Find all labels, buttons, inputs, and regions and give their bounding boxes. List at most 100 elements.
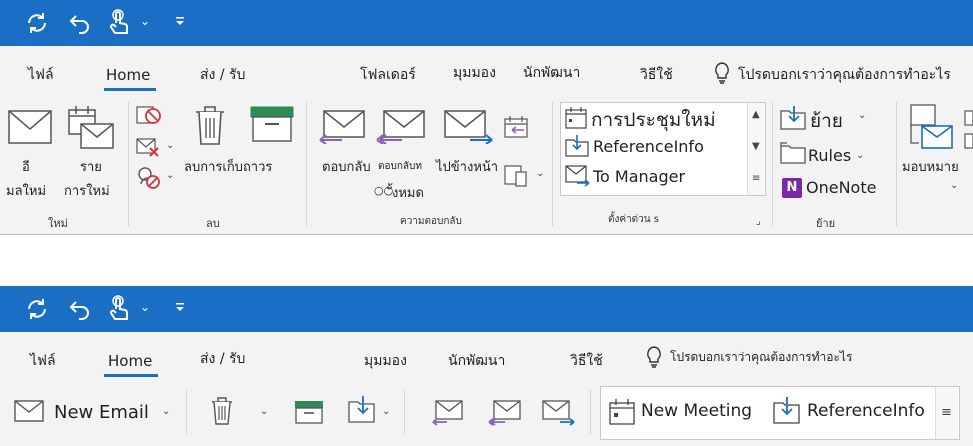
lightbulb-icon (715, 62, 729, 84)
move-label[interactable]: ย้าย (810, 106, 843, 136)
undo-icon[interactable] (68, 10, 94, 36)
tell-me-search[interactable]: โปรดบอกเราว่าคุณต้องการทำอะไร (738, 64, 951, 86)
archive-label[interactable]: ลบการเก็บถาวร (184, 156, 272, 177)
more-respond-icon[interactable] (504, 162, 532, 188)
ignore-icon[interactable] (136, 104, 162, 126)
tab-folder[interactable]: โฟลเดอร์ (360, 64, 416, 86)
quick-step-to-manager[interactable]: To Manager (593, 167, 685, 186)
assign-chevron-down-icon[interactable]: ⌄ (950, 180, 958, 191)
archive-icon[interactable] (250, 106, 294, 142)
new-email-label-2[interactable]: มลใหม่ (6, 180, 46, 201)
active-tab-indicator (104, 88, 156, 91)
delete-icon[interactable] (194, 104, 226, 146)
group-label-quick-steps: ตั้งค่าด่วน s (608, 214, 660, 225)
new-items-label-2[interactable]: การใหม่ (64, 180, 110, 201)
tab-file[interactable]: ไฟล์ (28, 64, 54, 86)
qat-chevron-down-icon[interactable]: ⌄ (140, 14, 150, 28)
quick-step-new-meeting[interactable]: การประชุมใหม่ (591, 105, 716, 135)
dialog-launcher-icon[interactable]: ⌟ (756, 216, 761, 227)
quick-step-new-meeting[interactable]: New Meeting (641, 401, 752, 421)
tab-developer[interactable]: นักพัฒนา (448, 350, 505, 372)
customize-qat-icon[interactable] (175, 16, 185, 26)
touch-mode-icon[interactable] (106, 9, 132, 37)
delete-chevron-down-icon[interactable]: ⌄ (260, 406, 268, 417)
junk-chevron-down-icon[interactable]: ⌄ (166, 170, 174, 181)
tab-send-receive[interactable]: ส่ง / รับ (200, 348, 245, 370)
new-email-icon[interactable] (14, 400, 44, 422)
rules-icon[interactable] (780, 142, 806, 164)
screenshot-divider (0, 234, 973, 287)
quick-step-referenceinfo[interactable]: ReferenceInfo (807, 401, 925, 421)
cleanup-icon[interactable] (136, 136, 162, 158)
forward-icon[interactable] (542, 400, 576, 426)
qat-chevron-down-icon[interactable]: ⌄ (140, 300, 150, 314)
group-separator (552, 102, 553, 226)
tab-view[interactable]: มุมมอง (453, 62, 496, 84)
onenote-label[interactable]: OneNote (806, 178, 876, 197)
tab-help[interactable]: วิธีใช้ (640, 64, 673, 86)
sync-icon[interactable] (24, 10, 50, 36)
reply-label[interactable]: ตอบกลับ (322, 156, 371, 177)
move-chevron-down-icon[interactable]: ⌄ (858, 110, 866, 121)
reply-all-icon[interactable] (376, 110, 426, 144)
reply-all-label[interactable]: ตอบกลับท (378, 159, 422, 174)
quick-step-referenceinfo[interactable]: ReferenceInfo (593, 137, 704, 156)
respond-more-label[interactable]: ั้งหมด (392, 182, 424, 203)
quick-steps-gallery[interactable]: New Meeting ReferenceInfo ≡ (600, 386, 960, 440)
more-respond-chevron-down-icon[interactable]: ⌄ (536, 168, 544, 179)
customize-qat-icon[interactable] (175, 302, 185, 312)
tab-file[interactable]: ไฟล์ (30, 350, 56, 372)
group-label-move: ย้าย (816, 217, 836, 230)
reply-icon[interactable] (318, 110, 366, 144)
ribbon-panel: อี มลใหม่ ราย การใหม่ ใหม่ ⌄ ⌄ ลบการเก็บ… (0, 96, 973, 234)
reply-icon[interactable] (432, 400, 464, 426)
group-separator (186, 390, 187, 434)
tab-home[interactable]: Home (108, 352, 152, 370)
move-chevron-down-icon[interactable]: ⌄ (382, 406, 390, 417)
move-to-folder-icon (565, 135, 589, 157)
tab-send-receive[interactable]: ส่ง / รับ (200, 64, 245, 86)
new-items-label-1[interactable]: ราย (80, 156, 102, 177)
move-icon[interactable] (348, 396, 376, 424)
quick-steps-gallery[interactable]: การประชุมใหม่ ReferenceInfo To Manager ▲… (560, 102, 766, 196)
new-items-icon[interactable] (68, 104, 114, 150)
respond-more-icon[interactable]: ○○ (374, 184, 393, 197)
delete-icon[interactable] (210, 396, 234, 426)
move-icon[interactable] (780, 106, 806, 130)
move-to-folder-icon (773, 397, 800, 424)
tab-help[interactable]: วิธีใช้ (570, 350, 603, 372)
group-separator (404, 390, 405, 434)
assign-policy-icon[interactable] (910, 104, 954, 150)
quick-access-toolbar: ⌄ (0, 0, 973, 46)
tab-home[interactable]: Home (106, 66, 150, 84)
group-label-delete: ลบ (206, 217, 220, 230)
touch-mode-icon[interactable] (106, 295, 132, 323)
forward-label[interactable]: ไปข้างหน้า (436, 156, 498, 177)
new-email-label-1[interactable]: อี (22, 156, 30, 177)
undo-icon[interactable] (68, 296, 94, 322)
assign-label[interactable]: มอบหมาย (902, 156, 959, 177)
archive-icon[interactable] (294, 400, 324, 424)
rules-label[interactable]: Rules (808, 146, 851, 165)
tags-partial-icon[interactable] (964, 110, 973, 170)
sync-icon[interactable] (24, 296, 50, 322)
gallery-more-icon[interactable]: ≡ (752, 173, 760, 184)
tab-view[interactable]: มุมมอง (364, 350, 407, 372)
new-email-label[interactable]: New Email (54, 402, 149, 423)
new-email-chevron-down-icon[interactable]: ⌄ (162, 406, 170, 417)
gallery-scroll-down-icon[interactable]: ▼ (752, 141, 760, 152)
new-email-icon[interactable] (8, 110, 52, 144)
rules-chevron-down-icon[interactable]: ⌄ (856, 150, 864, 161)
gallery-more-icon[interactable]: ≡ (941, 405, 952, 420)
forward-icon[interactable] (444, 110, 494, 144)
ribbon-tabs: ไฟล์ Home ส่ง / รับ โฟลเดอร์ มุมมอง นักพ… (0, 46, 973, 96)
tab-developer[interactable]: นักพัฒนา (523, 62, 580, 84)
group-label-new: ใหม่ (48, 217, 68, 230)
tell-me-search[interactable]: โปรดบอกเราว่าคุณต้องการทำอะไร (670, 348, 852, 367)
cleanup-chevron-down-icon[interactable]: ⌄ (166, 140, 174, 151)
gallery-scroll-up-icon[interactable]: ▲ (752, 109, 760, 120)
junk-icon[interactable] (136, 166, 162, 190)
reply-all-icon[interactable] (488, 400, 522, 426)
meeting-reply-icon[interactable] (504, 116, 530, 138)
onenote-icon[interactable]: N (782, 178, 802, 198)
